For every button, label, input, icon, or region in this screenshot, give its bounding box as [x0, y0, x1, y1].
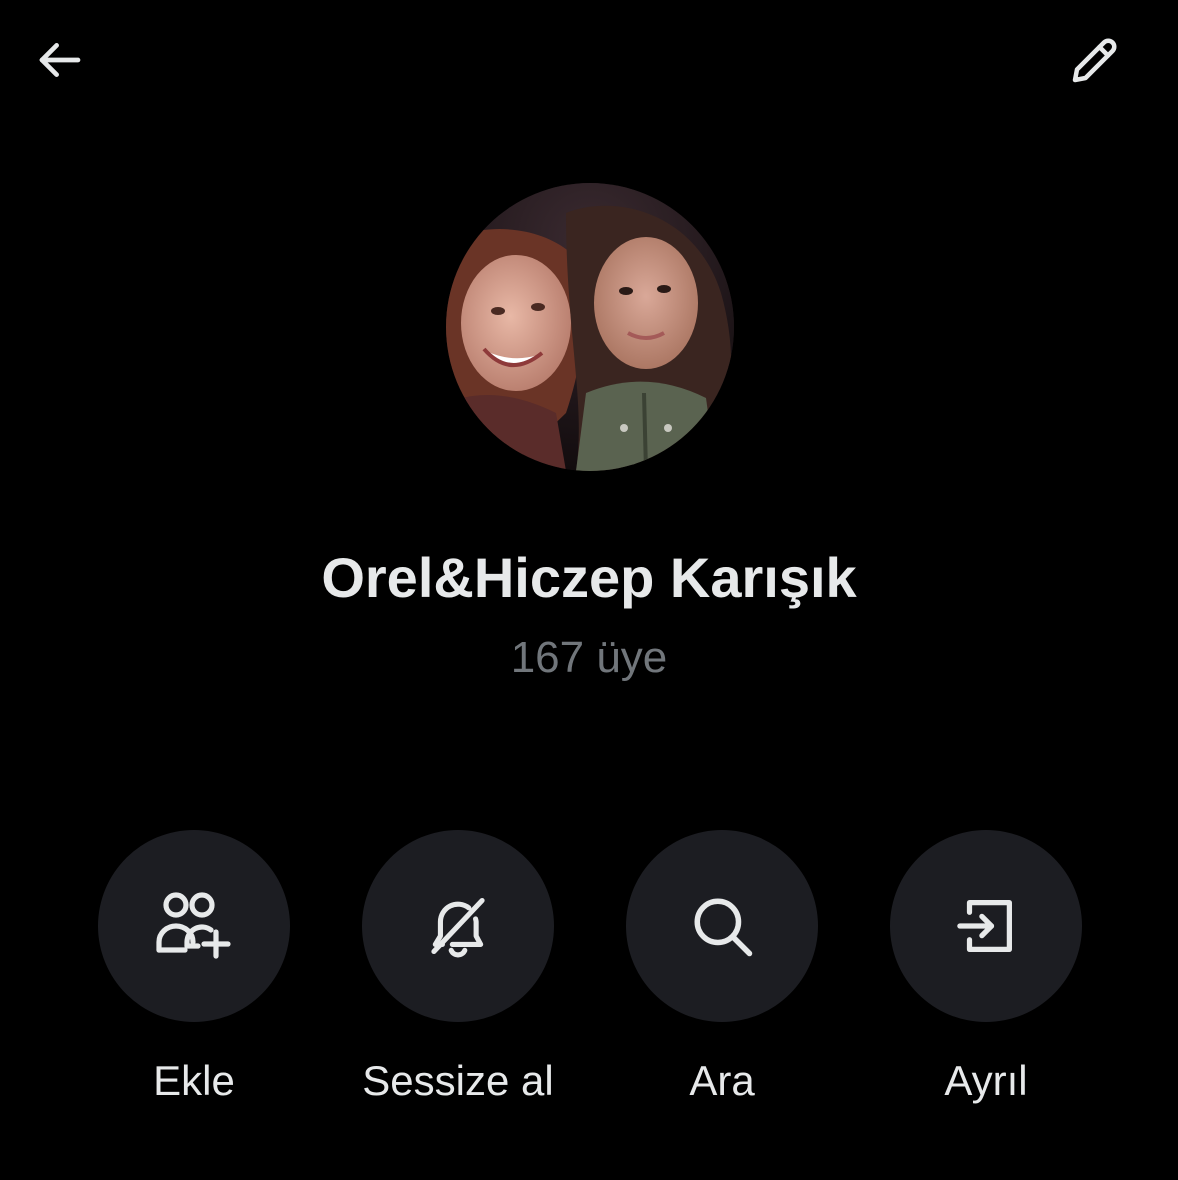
bell-slash-icon	[431, 897, 485, 958]
back-button[interactable]	[20, 20, 100, 100]
search-icon	[694, 898, 753, 957]
add-people-icon	[156, 892, 231, 959]
mute-action[interactable]: Sessize al	[326, 830, 590, 1107]
arrow-left-icon	[39, 43, 81, 77]
edit-button[interactable]	[1055, 20, 1135, 100]
add-action[interactable]: Ekle	[62, 830, 326, 1107]
leave-label: Ayrıl	[944, 1057, 1028, 1104]
leave-action[interactable]: Ayrıl	[854, 830, 1118, 1107]
search-button[interactable]	[626, 830, 818, 1022]
add-label: Ekle	[153, 1057, 235, 1104]
pencil-icon	[1072, 38, 1117, 83]
member-count[interactable]: 167 üye	[0, 630, 1178, 686]
group-avatar[interactable]	[446, 183, 734, 471]
group-name: Orel&Hiczep Karışık	[321, 546, 857, 609]
mute-button[interactable]	[362, 830, 554, 1022]
search-label: Ara	[689, 1057, 755, 1104]
leave-button[interactable]	[890, 830, 1082, 1022]
mute-label: Sessize al	[362, 1057, 554, 1104]
add-button[interactable]	[98, 830, 290, 1022]
search-action[interactable]: Ara	[590, 830, 854, 1107]
leave-icon	[957, 900, 1012, 952]
group-photo	[446, 183, 734, 471]
